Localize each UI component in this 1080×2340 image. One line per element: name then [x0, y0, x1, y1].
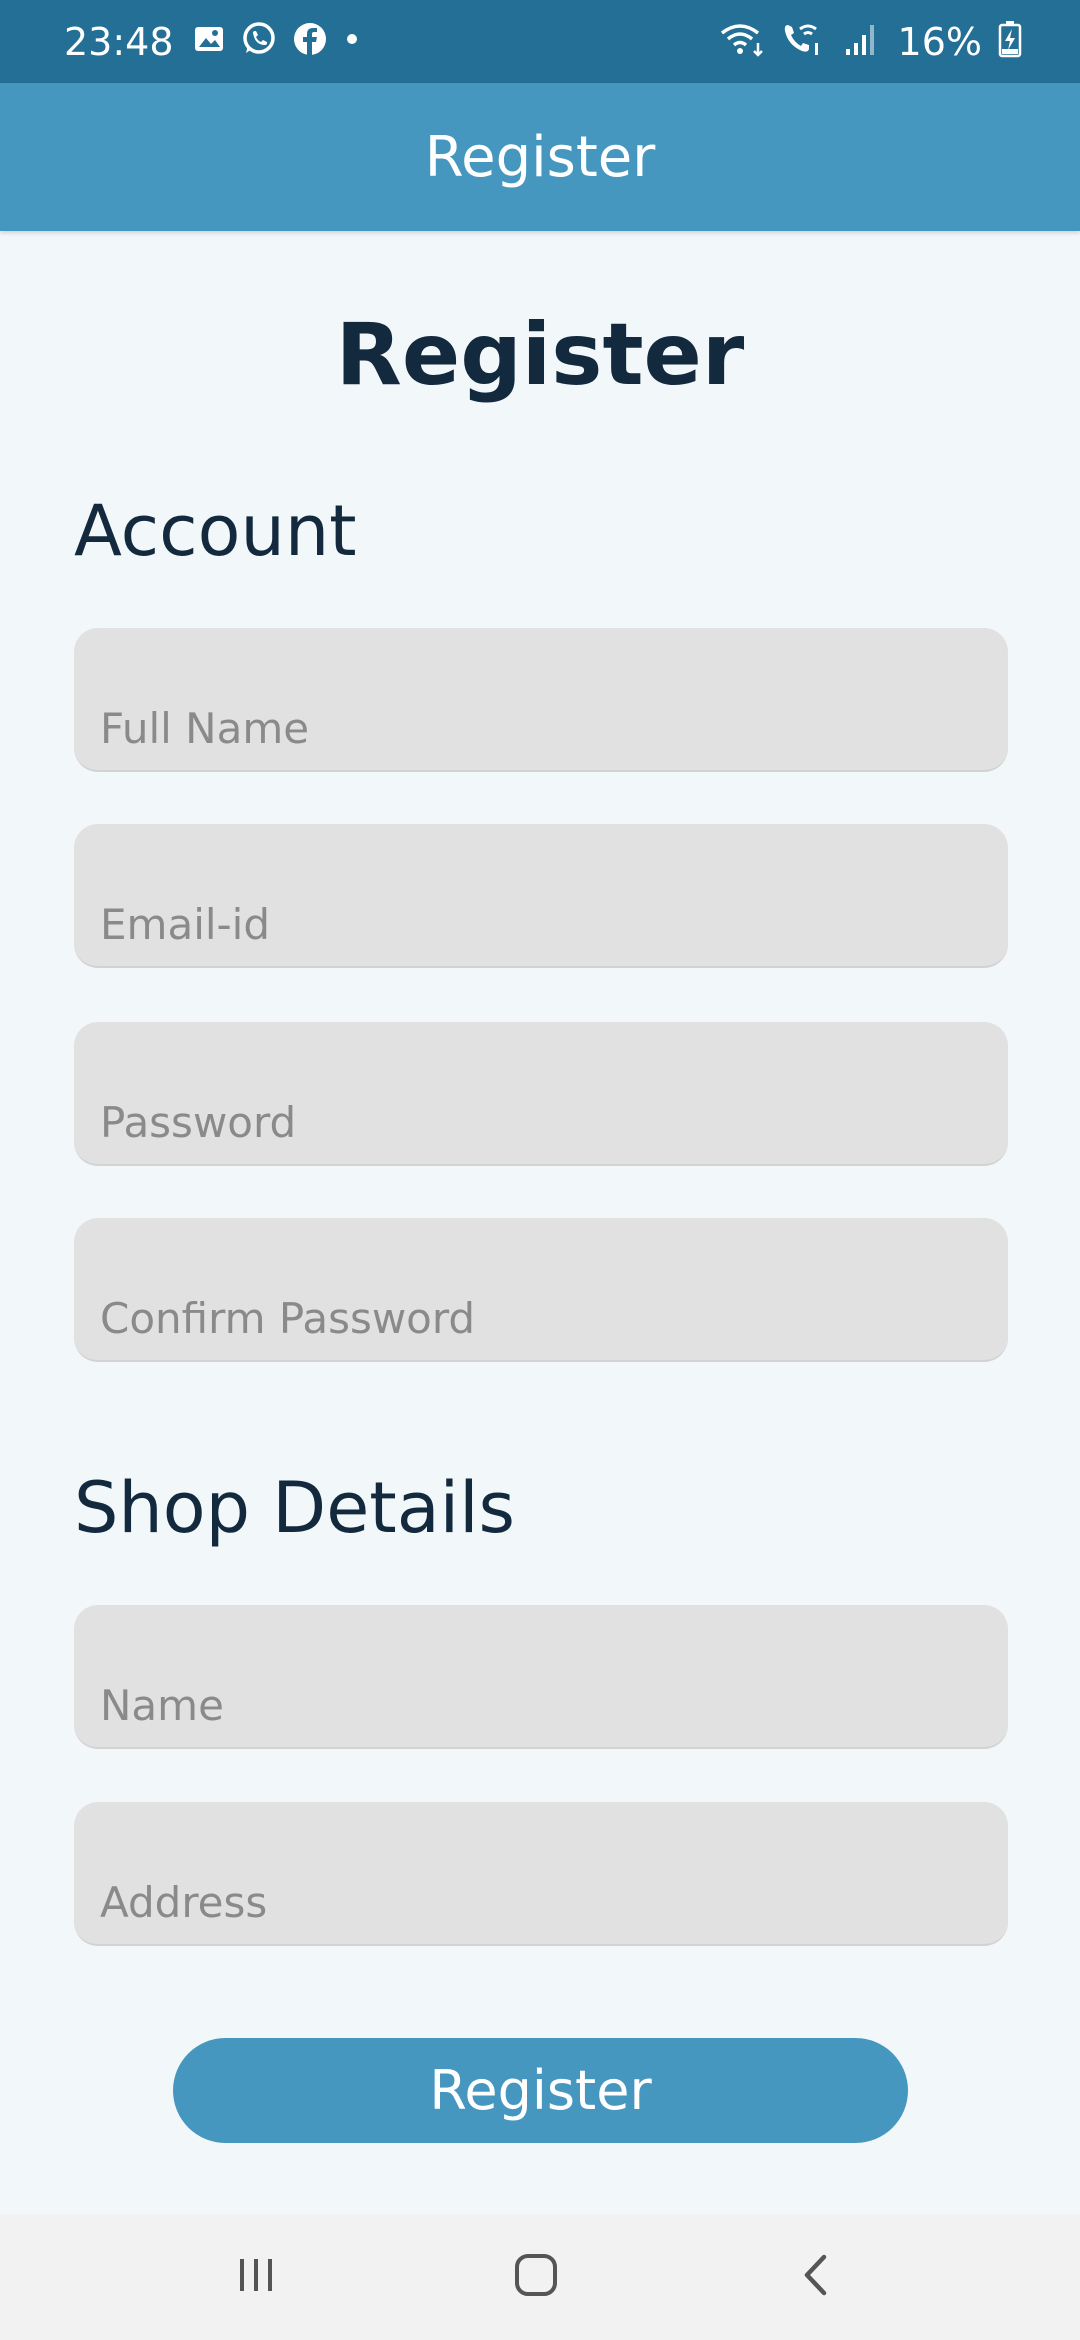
battery-charging-icon: [998, 20, 1022, 63]
register-button[interactable]: Register: [173, 2038, 908, 2143]
confirm-password-field[interactable]: [74, 1218, 1008, 1362]
status-bar: 23:48 16%: [0, 0, 1080, 83]
wifi-icon: [720, 21, 766, 62]
full-name-input[interactable]: [74, 628, 1008, 770]
whatsapp-icon: [240, 20, 278, 63]
shop-name-field[interactable]: [74, 1605, 1008, 1749]
shop-details-section-title: Shop Details: [74, 1467, 515, 1549]
signal-icon: [842, 21, 882, 62]
gallery-icon: [192, 22, 226, 61]
shop-name-input[interactable]: [74, 1605, 1008, 1747]
shop-address-field[interactable]: [74, 1802, 1008, 1946]
notification-icons: [192, 20, 362, 63]
app-bar-title: Register: [424, 124, 656, 190]
confirm-password-input[interactable]: [74, 1218, 1008, 1360]
facebook-icon: [292, 21, 328, 62]
recents-button[interactable]: [176, 2214, 336, 2340]
password-input[interactable]: [74, 1022, 1008, 1164]
app-bar: Register: [0, 83, 1080, 231]
shop-address-input[interactable]: [74, 1802, 1008, 1944]
email-field[interactable]: [74, 824, 1008, 968]
password-field[interactable]: [74, 1022, 1008, 1166]
full-name-field[interactable]: [74, 628, 1008, 772]
status-left: 23:48: [64, 0, 362, 83]
navigation-bar: [0, 2214, 1080, 2340]
status-time: 23:48: [64, 19, 174, 64]
home-icon: [512, 2251, 560, 2304]
wifi-calling-icon: [782, 21, 826, 62]
recents-icon: [234, 2253, 278, 2302]
account-section-title: Account: [74, 490, 357, 572]
back-icon: [794, 2251, 838, 2304]
battery-percent: 16%: [897, 19, 982, 64]
status-right: 16%: [720, 0, 1022, 83]
email-input[interactable]: [74, 824, 1008, 966]
home-button[interactable]: [456, 2214, 616, 2340]
dot-icon: [342, 29, 362, 54]
page-title: Register: [335, 305, 745, 405]
back-button[interactable]: [736, 2214, 896, 2340]
